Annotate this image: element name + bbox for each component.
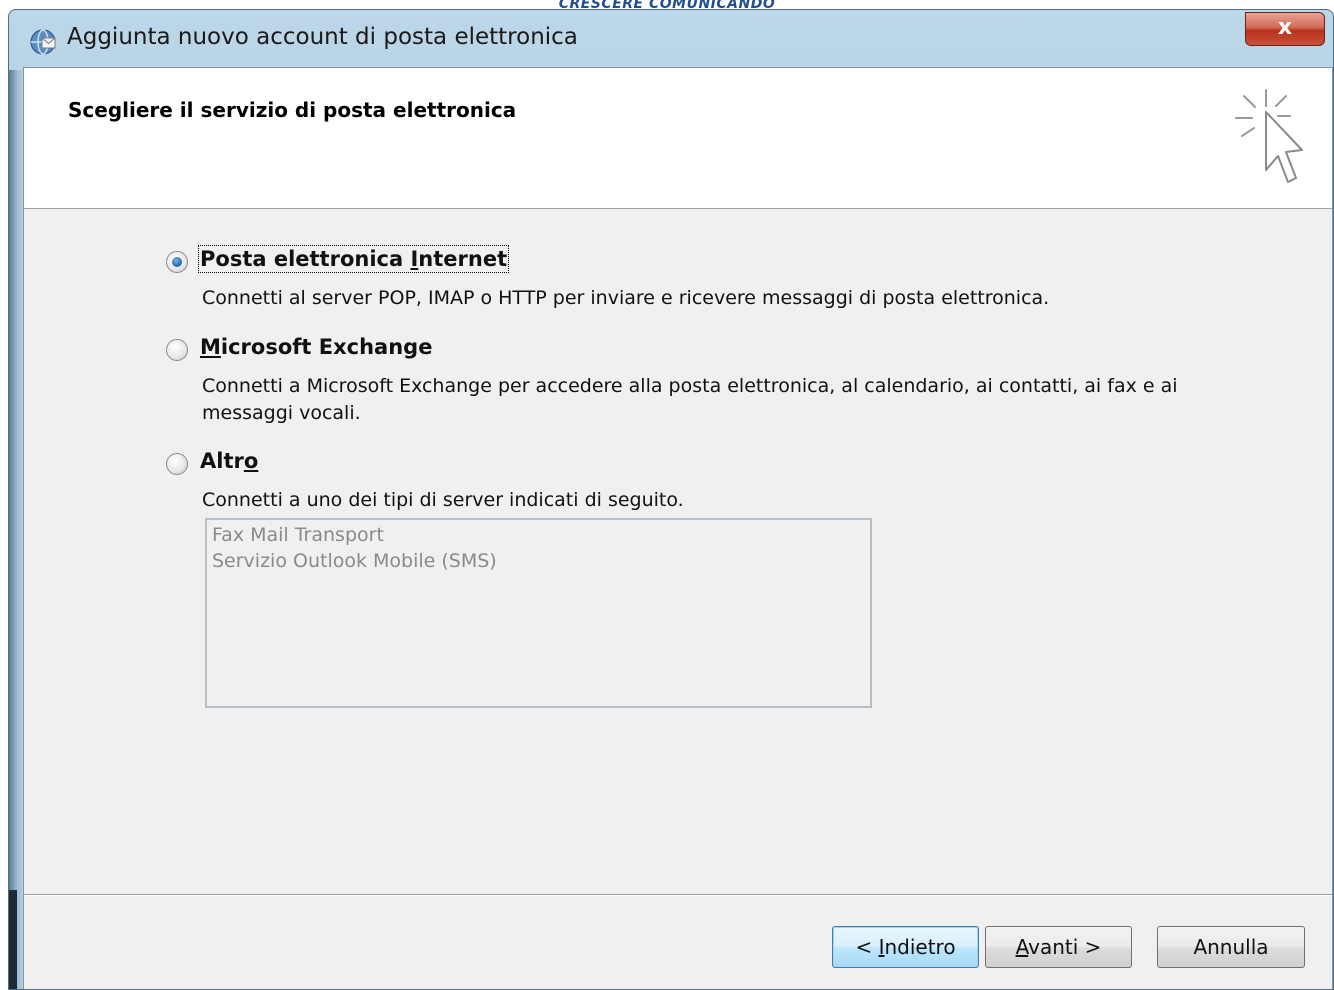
list-item: Servizio Outlook Mobile (SMS) — [212, 550, 497, 572]
server-type-list[interactable]: Fax Mail Transport Servizio Outlook Mobi… — [205, 518, 872, 708]
title-bar[interactable]: Aggiunta nuovo account di posta elettron… — [9, 10, 1333, 66]
radio-microsoft-exchange[interactable] — [166, 339, 188, 361]
window-title: Aggiunta nuovo account di posta elettron… — [67, 24, 578, 50]
option-description-other: Connetti a uno dei tipi di server indica… — [202, 489, 684, 511]
cancel-button[interactable]: Annulla — [1157, 926, 1305, 968]
option-label-internet-email[interactable]: Posta elettronica Internet — [197, 245, 510, 273]
page-title: Scegliere il servizio di posta elettroni… — [68, 98, 517, 122]
option-label-other[interactable]: Altro — [200, 449, 258, 473]
next-button[interactable]: Avanti > — [985, 926, 1132, 968]
close-icon: x — [1277, 15, 1293, 40]
wizard-client-area: Scegliere il servizio di posta elettroni… — [23, 67, 1333, 989]
close-button[interactable]: x — [1245, 12, 1325, 46]
dialog-window: Aggiunta nuovo account di posta elettron… — [8, 9, 1334, 990]
cursor-sparkle-icon — [1235, 89, 1303, 183]
footer-divider — [24, 894, 1332, 896]
watermark-text: CRESCERE COMUNICANDO — [558, 0, 776, 12]
radio-other[interactable] — [166, 453, 188, 475]
option-description-microsoft-exchange: Connetti a Microsoft Exchange per accede… — [202, 375, 1178, 424]
option-description-internet-email: Connetti al server POP, IMAP o HTTP per … — [202, 287, 1050, 309]
list-item: Fax Mail Transport — [212, 524, 384, 546]
wizard-header: Scegliere il servizio di posta elettroni… — [24, 68, 1332, 209]
back-button[interactable]: < Indietro — [832, 926, 979, 968]
option-label-microsoft-exchange[interactable]: Microsoft Exchange — [200, 335, 432, 359]
mail-account-icon — [30, 29, 56, 55]
radio-internet-email[interactable] — [166, 251, 188, 273]
